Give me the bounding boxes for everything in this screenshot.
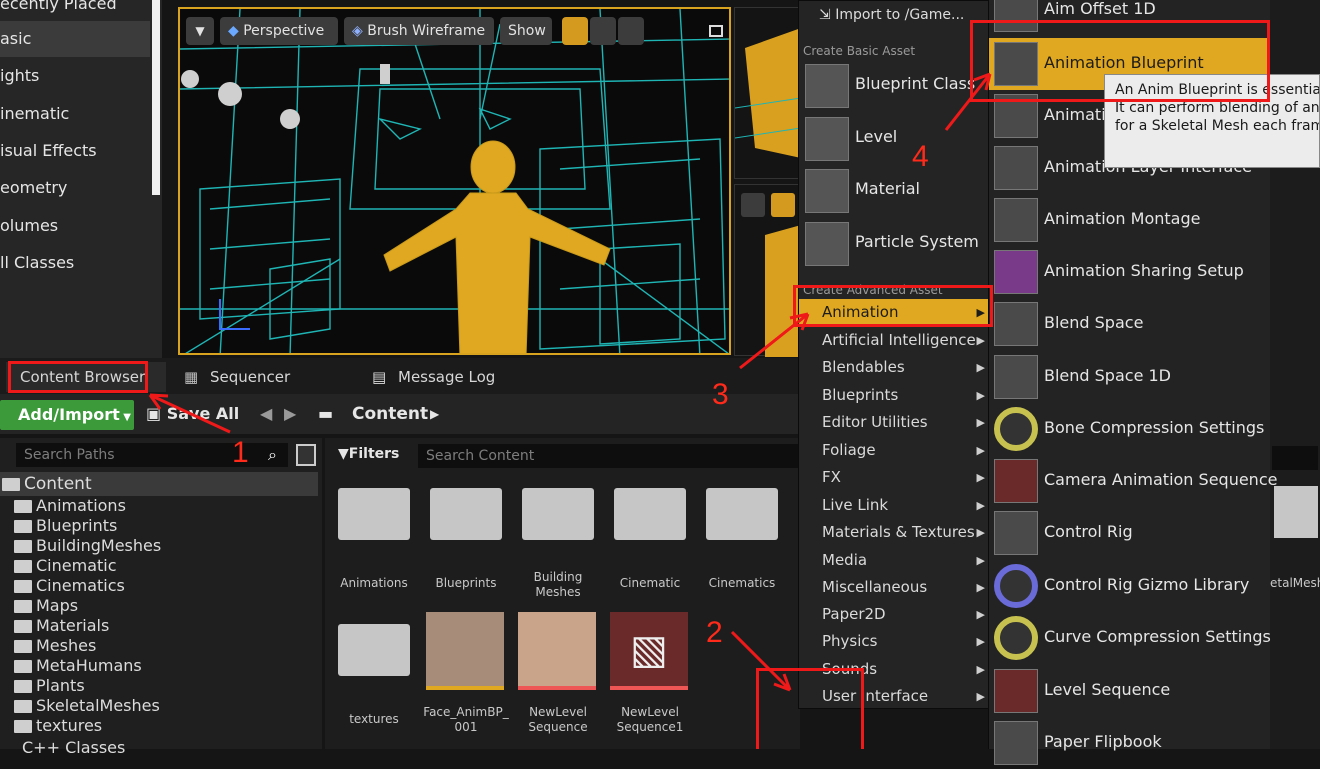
annotation-number-3: 3 (712, 378, 729, 411)
annotation-arrows (148, 72, 992, 692)
annotation-number-4: 4 (912, 140, 929, 173)
annotation-number-2: 2 (706, 616, 723, 649)
annotation-number-1: 1 (232, 436, 249, 469)
